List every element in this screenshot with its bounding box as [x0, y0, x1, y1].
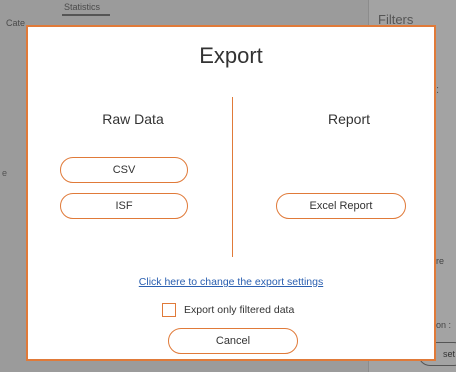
csv-button-label: CSV	[112, 164, 136, 176]
cancel-button-label: Cancel	[215, 335, 251, 347]
csv-button[interactable]: CSV	[60, 157, 188, 183]
excel-report-button[interactable]: Excel Report	[276, 193, 406, 219]
isf-button[interactable]: ISF	[60, 193, 188, 219]
report-heading: Report	[327, 111, 371, 127]
filters-re-text: re	[436, 256, 445, 266]
cancel-button[interactable]: Cancel	[168, 328, 298, 354]
background-tab-label-2: Statistics	[64, 2, 101, 12]
isf-button-label: ISF	[115, 200, 133, 212]
raw-data-heading: Raw Data	[102, 111, 164, 127]
export-filtered-checkbox[interactable]	[162, 303, 176, 317]
background-tab-label: Cate	[6, 18, 26, 28]
background-left-text: e	[2, 168, 8, 178]
reset-button-label: set	[442, 349, 455, 359]
export-dialog: Export Raw Data Report CSV ISF Excel Rep…	[26, 25, 436, 361]
dialog-title: Export	[199, 43, 263, 68]
filters-colon-text: :	[436, 84, 440, 96]
export-settings-link[interactable]: Click here to change the export settings	[28, 276, 434, 288]
column-divider	[232, 97, 233, 257]
background-tab-underline	[62, 14, 110, 16]
filtered-data-option: Export only filtered data	[162, 303, 294, 317]
excel-report-button-label: Excel Report	[309, 200, 373, 212]
export-filtered-label: Export only filtered data	[184, 304, 295, 316]
filters-on-text: on :	[436, 320, 452, 330]
